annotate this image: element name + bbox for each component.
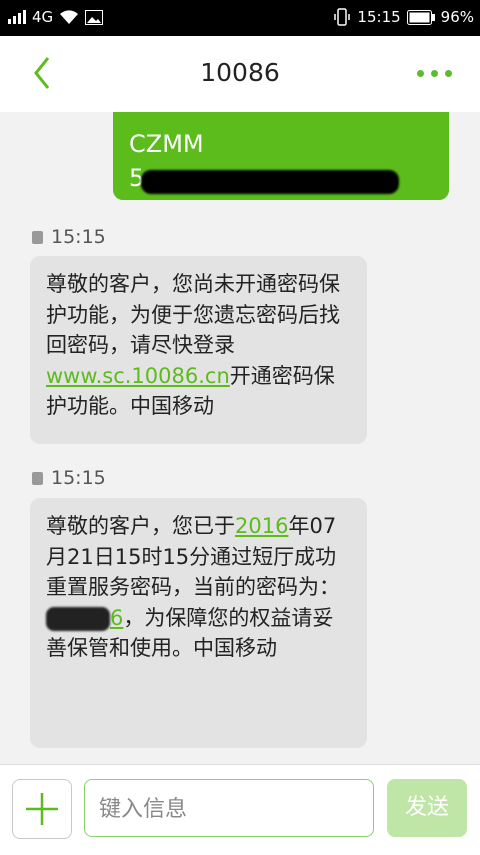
message-timestamp: 15:15 — [32, 226, 106, 248]
conversation-header: 10086 — [0, 36, 480, 112]
clock: 15:15 — [357, 8, 401, 26]
signal-icon — [8, 10, 26, 24]
timestamp-text: 15:15 — [51, 467, 106, 489]
more-options-button[interactable] — [417, 70, 452, 77]
image-icon — [85, 9, 104, 25]
battery-level: 96% — [440, 8, 474, 26]
date-link[interactable]: 2016 — [235, 514, 288, 538]
sent-message-bubble[interactable]: CZMM 5 — [113, 112, 449, 200]
vibrate-icon — [334, 8, 351, 26]
received-message-bubble[interactable]: 尊敬的客户，您尚未开通密码保护功能，为便于您遗忘密码后找回密码，请尽快登录 www… — [30, 256, 367, 444]
composer-bar: 发送 — [0, 764, 480, 855]
network-type: 4G — [32, 8, 54, 26]
status-bar: 4G 15:15 96% — [0, 0, 480, 36]
sim-icon — [32, 471, 43, 485]
received-message-bubble[interactable]: 尊敬的客户，您已于2016年07月21日15时15分通过短厅成功重置服务密码，当… — [30, 498, 367, 748]
message-input[interactable] — [97, 780, 361, 838]
battery-icon — [406, 9, 435, 25]
redaction-mark — [46, 606, 110, 631]
sent-message-line1: CZMM — [129, 130, 204, 158]
message-input-wrapper[interactable] — [84, 779, 374, 838]
message-link[interactable]: www.sc.10086.cn — [46, 364, 230, 388]
timestamp-text: 15:15 — [51, 226, 106, 248]
message-text: 尊敬的客户，您已于 — [46, 514, 235, 538]
message-text: 尊敬的客户，您尚未开通密码保护功能，为便于您遗忘密码后找回密码，请尽快登录 — [46, 272, 340, 357]
add-attachment-button[interactable] — [12, 779, 72, 839]
wifi-icon — [60, 10, 79, 24]
send-button[interactable]: 发送 — [387, 779, 467, 837]
plus-icon — [26, 793, 58, 825]
sim-icon — [32, 230, 43, 244]
message-list[interactable]: CZMM 5 15:15 尊敬的客户，您尚未开通密码保护功能，为便于您遗忘密码后… — [0, 112, 480, 764]
password-link[interactable]: 6 — [110, 606, 123, 630]
redaction-mark — [141, 170, 399, 194]
message-timestamp: 15:15 — [32, 467, 106, 489]
contact-title: 10086 — [200, 58, 280, 87]
